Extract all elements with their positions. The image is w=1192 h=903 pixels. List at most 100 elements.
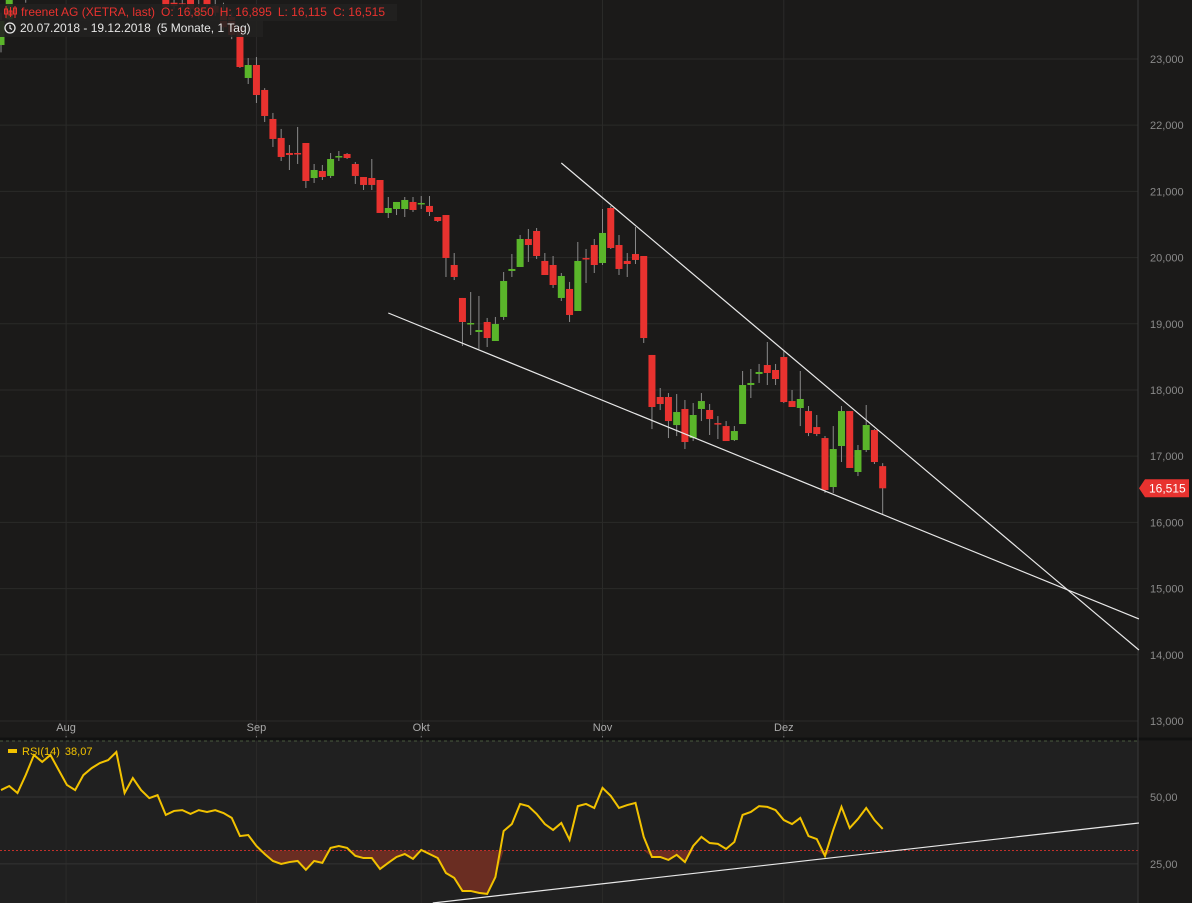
candle-body bbox=[500, 281, 508, 317]
price-tick-label: 20,000 bbox=[1150, 253, 1184, 265]
candle-body bbox=[277, 137, 285, 157]
price-tick-label: 23,000 bbox=[1150, 54, 1184, 66]
candle-body bbox=[285, 152, 293, 155]
candle bbox=[557, 273, 565, 302]
month-label: Okt bbox=[413, 722, 430, 734]
candle bbox=[813, 415, 821, 437]
candle-body bbox=[648, 354, 656, 407]
candle bbox=[327, 152, 335, 179]
instrument-header: freenet AG (XETRA, last) O: 16,850 H: 16,8… bbox=[0, 4, 398, 21]
candle bbox=[368, 159, 376, 190]
candle-body bbox=[870, 430, 878, 463]
clock-icon bbox=[4, 22, 16, 34]
month-label: Dez bbox=[774, 722, 794, 734]
price-tick-label: 13,000 bbox=[1150, 716, 1184, 728]
candle bbox=[491, 316, 499, 341]
rsi-label: RSI(14) bbox=[22, 746, 60, 758]
candle bbox=[739, 370, 747, 425]
candle-body bbox=[467, 322, 475, 325]
candle bbox=[854, 444, 862, 477]
candle bbox=[524, 228, 532, 262]
candle-body bbox=[393, 201, 401, 209]
candle bbox=[467, 292, 475, 336]
price-tick-label: 14,000 bbox=[1150, 650, 1184, 662]
candle-body bbox=[590, 245, 598, 265]
candle-body bbox=[335, 156, 343, 158]
candle bbox=[631, 227, 639, 265]
candle-body bbox=[409, 201, 417, 210]
candle-body bbox=[664, 397, 672, 422]
candle bbox=[730, 425, 738, 442]
candle-body bbox=[714, 423, 722, 425]
candle-body bbox=[368, 178, 376, 185]
candle bbox=[607, 206, 615, 249]
upper-resistance-trendline bbox=[560, 162, 1140, 651]
candle-body bbox=[796, 398, 804, 408]
candle-body bbox=[351, 163, 359, 176]
candle bbox=[25, 0, 27, 3]
candle-body bbox=[763, 365, 771, 373]
rsi-legend[interactable]: RSI(14) 38,07 bbox=[8, 746, 97, 758]
candle-body bbox=[524, 238, 532, 246]
candle-body bbox=[837, 411, 845, 446]
month-label: Sep bbox=[247, 722, 267, 734]
candle bbox=[475, 295, 483, 349]
period: (5 Monate, 1 Tag) bbox=[156, 21, 251, 35]
candle-body bbox=[434, 217, 442, 221]
candle-body bbox=[302, 142, 310, 181]
candle-body bbox=[813, 427, 821, 435]
candle-body bbox=[599, 232, 607, 264]
candle bbox=[294, 126, 302, 164]
candle-body bbox=[458, 297, 466, 322]
candle bbox=[846, 411, 854, 468]
candle-body bbox=[722, 426, 730, 442]
candle-body bbox=[549, 264, 557, 285]
candle bbox=[244, 57, 252, 85]
candle-body bbox=[376, 179, 384, 213]
candle bbox=[689, 403, 697, 442]
candle-body bbox=[821, 438, 829, 491]
candle bbox=[714, 416, 722, 440]
candle-body bbox=[788, 401, 796, 407]
candle bbox=[549, 255, 557, 288]
candle-body bbox=[475, 330, 483, 332]
candle bbox=[393, 201, 401, 216]
candle bbox=[623, 253, 631, 277]
candle-body bbox=[360, 177, 368, 185]
candle-body bbox=[805, 411, 813, 434]
candle-body bbox=[772, 369, 780, 379]
candle-body bbox=[582, 257, 590, 260]
candle bbox=[788, 389, 796, 407]
candle-body bbox=[269, 118, 277, 139]
candle bbox=[829, 426, 837, 494]
candle bbox=[805, 406, 813, 437]
candle bbox=[434, 217, 442, 222]
candle-body bbox=[862, 425, 870, 451]
candle-body bbox=[574, 260, 582, 312]
candle-body bbox=[384, 208, 392, 213]
candle-body bbox=[261, 89, 269, 116]
candle-body bbox=[879, 466, 887, 489]
candle bbox=[343, 152, 351, 160]
candle-body bbox=[450, 264, 458, 277]
close-value: C: 16,515 bbox=[332, 5, 386, 19]
candle-body bbox=[483, 321, 491, 339]
candle bbox=[384, 197, 392, 218]
candle-body bbox=[533, 230, 541, 256]
candle bbox=[697, 393, 705, 422]
candle-body bbox=[706, 409, 714, 420]
rsi-value: 38,07 bbox=[64, 746, 93, 758]
candle bbox=[310, 163, 318, 183]
candle-body bbox=[442, 215, 450, 258]
candle bbox=[821, 436, 829, 494]
date-range-header[interactable]: 20.07.2018 - 19.12.2018 (5 Monate, 1 Tag) bbox=[0, 20, 263, 37]
candle-body bbox=[656, 397, 664, 405]
price-chart[interactable]: 13,000 14,000 15,000 16,000 17,000 18,000 19,0… bbox=[0, 0, 1192, 903]
candle-body bbox=[681, 408, 689, 443]
candle-body bbox=[327, 159, 335, 176]
candle bbox=[269, 112, 277, 147]
candle bbox=[582, 248, 590, 284]
candle bbox=[599, 208, 607, 265]
candle bbox=[862, 405, 870, 453]
candle bbox=[722, 421, 730, 442]
